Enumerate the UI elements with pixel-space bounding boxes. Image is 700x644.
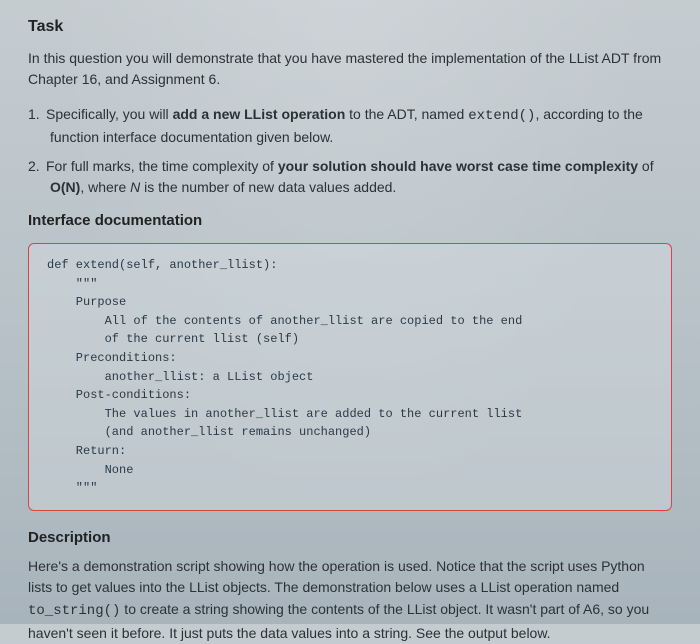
list-num-1: 1. [28, 104, 46, 125]
description-heading: Description [28, 529, 672, 546]
task-heading: Task [28, 18, 672, 36]
li1-bold: add a new LList operation [173, 106, 346, 122]
code-l2: """ [47, 277, 97, 291]
list-num-2: 2. [28, 156, 46, 177]
code-l10: (and another_llist remains unchanged) [47, 425, 371, 439]
li1-code: extend() [468, 108, 535, 124]
li1-mid: to the ADT, named [345, 106, 468, 122]
desc-code: to_string() [28, 603, 120, 619]
code-l3: Purpose [47, 295, 126, 309]
code-l12: None [47, 463, 133, 477]
desc-p1a: Here's a demonstration script showing ho… [28, 558, 645, 596]
code-l4: All of the contents of another_llist are… [47, 314, 522, 328]
li2-post: , where [80, 179, 130, 195]
li2-nvar: N [130, 179, 140, 195]
code-block: def extend(self, another_llist): """ Pur… [28, 243, 672, 511]
code-l8: Post-conditions: [47, 388, 191, 402]
code-l7: another_llist: a LList object [47, 370, 313, 384]
li2-on: O(N) [50, 179, 80, 195]
code-l13: """ [47, 481, 97, 495]
list-item-1: 1.Specifically, you will add a new LList… [28, 104, 672, 148]
li2-pre: For full marks, the time complexity of [46, 158, 278, 174]
intro-text: In this question you will demonstrate th… [28, 48, 672, 90]
li2-bold: your solution should have worst case tim… [278, 158, 638, 174]
list-item-2: 2.For full marks, the time complexity of… [28, 156, 672, 198]
li2-tail: is the number of new data values added. [140, 179, 396, 195]
code-l6: Preconditions: [47, 351, 177, 365]
li2-mid: of [638, 158, 654, 174]
code-l11: Return: [47, 444, 126, 458]
code-l1: def extend(self, another_llist): [47, 258, 277, 272]
code-l9: The values in another_llist are added to… [47, 407, 522, 421]
desc-p1b: to create a string showing the contents … [28, 601, 649, 641]
code-l5: of the current llist (self) [47, 332, 299, 346]
interface-heading: Interface documentation [28, 212, 672, 229]
description-text: Here's a demonstration script showing ho… [28, 556, 672, 644]
li1-pre: Specifically, you will [46, 106, 173, 122]
